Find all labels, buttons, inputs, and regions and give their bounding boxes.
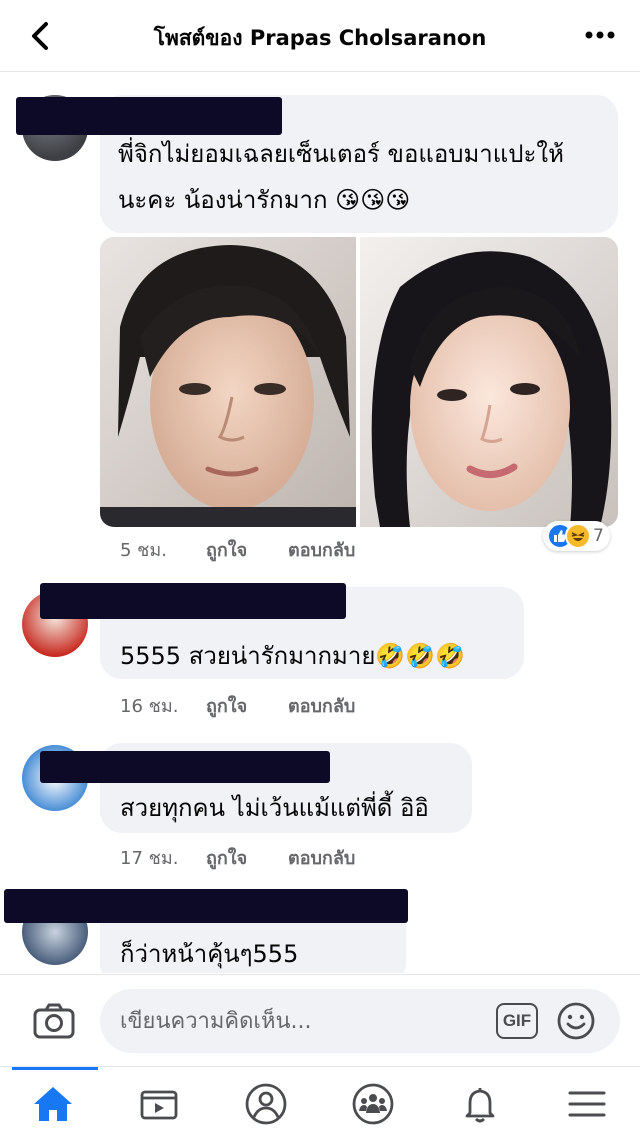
comment-time: 16 ชม. (120, 696, 179, 717)
face-photo-image (100, 237, 618, 527)
comment-input-container[interactable]: GIF (100, 989, 620, 1053)
reaction-summary[interactable]: 7 (543, 521, 610, 551)
camera-button[interactable] (30, 997, 78, 1045)
comment-input[interactable] (120, 1001, 480, 1041)
reaction-count: 7 (593, 526, 604, 546)
menu-icon (568, 1091, 606, 1117)
nav-video[interactable] (106, 1067, 212, 1140)
haha-reaction-icon (565, 523, 591, 549)
page-title: โพสต์ของ Prapas Cholsaranon (153, 26, 487, 50)
nav-notifications[interactable] (427, 1067, 533, 1140)
nav-home[interactable] (0, 1067, 106, 1140)
comment-actions: 5 ชม. ถูกใจ ตอบกลับ (120, 535, 355, 564)
comment-text: ก็ว่าหน้าคุ้นๆ555 (120, 940, 299, 968)
comment-time: 5 ชม. (120, 540, 167, 561)
comment-composer: GIF (0, 974, 640, 1066)
home-icon (34, 1087, 72, 1121)
redacted-commenter-name (4, 889, 408, 923)
redacted-commenter-name (40, 751, 330, 783)
like-button[interactable]: ถูกใจ (206, 843, 288, 872)
emoji-button[interactable] (556, 1001, 596, 1041)
comment-text: 5555 สวยน่ารักมากมาย🤣🤣🤣 (120, 642, 466, 670)
video-icon (140, 1090, 178, 1120)
smiley-icon (557, 1002, 595, 1040)
more-horizontal-icon (585, 31, 615, 39)
redacted-commenter-name (40, 583, 346, 619)
comment-text: สวยทุกคน ไม่เว้นแม้แต่พี่ดี้ อิอิ (120, 794, 429, 822)
profile-icon (245, 1083, 287, 1125)
nav-profile[interactable] (213, 1067, 319, 1140)
reply-button[interactable]: ตอบกลับ (288, 691, 355, 720)
nav-groups[interactable] (320, 1067, 426, 1140)
redacted-commenter-name (16, 97, 282, 135)
more-options-button[interactable] (582, 20, 618, 50)
comment-text-line: พี่จิกไม่ยอมเฉลยเซ็นเตอร์ ขอแอบมาแปะให้ (118, 140, 564, 168)
comment-photo[interactable] (100, 237, 618, 527)
reply-button[interactable]: ตอบกลับ (288, 535, 355, 564)
bell-icon (465, 1088, 495, 1123)
groups-icon (352, 1083, 394, 1125)
like-button[interactable]: ถูกใจ (206, 691, 288, 720)
comment-actions: 17 ชม. ถูกใจ ตอบกลับ (120, 843, 355, 872)
comment-text-line: นะคะ น้องน่ารักมาก 😘😘😘 (118, 186, 411, 214)
comments-feed[interactable]: พี่จิกไม่ยอมเฉลยเซ็นเตอร์ ขอแอบมาแปะให้ … (0, 73, 640, 973)
comment-time: 17 ชม. (120, 848, 179, 869)
like-button[interactable]: ถูกใจ (206, 535, 288, 564)
nav-menu[interactable] (534, 1067, 640, 1140)
gif-button[interactable]: GIF (496, 1003, 538, 1039)
camera-icon (33, 1003, 75, 1039)
top-bar: โพสต์ของ Prapas Cholsaranon (0, 0, 640, 72)
comment-actions: 16 ชม. ถูกใจ ตอบกลับ (120, 691, 355, 720)
active-tab-indicator (12, 1067, 98, 1070)
reply-button[interactable]: ตอบกลับ (288, 843, 355, 872)
bottom-navigation (0, 1066, 640, 1140)
